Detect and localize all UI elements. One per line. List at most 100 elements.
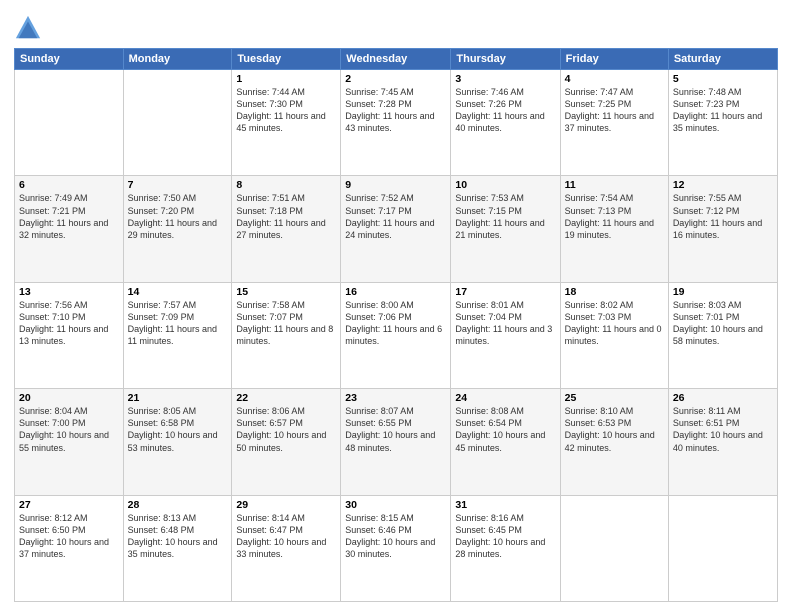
weekday-header-friday: Friday xyxy=(560,49,668,70)
day-info: Sunrise: 8:10 AMSunset: 6:53 PMDaylight:… xyxy=(565,405,664,454)
day-info: Sunrise: 8:04 AMSunset: 7:00 PMDaylight:… xyxy=(19,405,119,454)
day-number: 21 xyxy=(128,392,228,404)
calendar-cell: 9Sunrise: 7:52 AMSunset: 7:17 PMDaylight… xyxy=(341,176,451,282)
week-row-4: 20Sunrise: 8:04 AMSunset: 7:00 PMDayligh… xyxy=(15,389,778,495)
day-info: Sunrise: 7:45 AMSunset: 7:28 PMDaylight:… xyxy=(345,86,446,135)
day-number: 28 xyxy=(128,499,228,511)
day-info: Sunrise: 7:50 AMSunset: 7:20 PMDaylight:… xyxy=(128,192,228,241)
day-number: 31 xyxy=(455,499,555,511)
day-info: Sunrise: 7:52 AMSunset: 7:17 PMDaylight:… xyxy=(345,192,446,241)
weekday-header-sunday: Sunday xyxy=(15,49,124,70)
calendar-cell: 6Sunrise: 7:49 AMSunset: 7:21 PMDaylight… xyxy=(15,176,124,282)
day-info: Sunrise: 7:47 AMSunset: 7:25 PMDaylight:… xyxy=(565,86,664,135)
day-number: 8 xyxy=(236,179,336,191)
day-number: 10 xyxy=(455,179,555,191)
logo xyxy=(14,14,44,42)
day-number: 18 xyxy=(565,286,664,298)
calendar-cell: 23Sunrise: 8:07 AMSunset: 6:55 PMDayligh… xyxy=(341,389,451,495)
day-info: Sunrise: 8:16 AMSunset: 6:45 PMDaylight:… xyxy=(455,512,555,561)
day-number: 24 xyxy=(455,392,555,404)
day-info: Sunrise: 7:46 AMSunset: 7:26 PMDaylight:… xyxy=(455,86,555,135)
day-info: Sunrise: 7:49 AMSunset: 7:21 PMDaylight:… xyxy=(19,192,119,241)
weekday-row: SundayMondayTuesdayWednesdayThursdayFrid… xyxy=(15,49,778,70)
week-row-1: 1Sunrise: 7:44 AMSunset: 7:30 PMDaylight… xyxy=(15,70,778,176)
day-info: Sunrise: 7:56 AMSunset: 7:10 PMDaylight:… xyxy=(19,299,119,348)
calendar-cell: 16Sunrise: 8:00 AMSunset: 7:06 PMDayligh… xyxy=(341,282,451,388)
calendar-cell xyxy=(15,70,124,176)
calendar-cell: 30Sunrise: 8:15 AMSunset: 6:46 PMDayligh… xyxy=(341,495,451,601)
day-info: Sunrise: 7:54 AMSunset: 7:13 PMDaylight:… xyxy=(565,192,664,241)
day-number: 30 xyxy=(345,499,446,511)
day-number: 4 xyxy=(565,73,664,85)
calendar-header: SundayMondayTuesdayWednesdayThursdayFrid… xyxy=(15,49,778,70)
calendar-cell: 3Sunrise: 7:46 AMSunset: 7:26 PMDaylight… xyxy=(451,70,560,176)
calendar-cell xyxy=(123,70,232,176)
weekday-header-thursday: Thursday xyxy=(451,49,560,70)
calendar-cell: 17Sunrise: 8:01 AMSunset: 7:04 PMDayligh… xyxy=(451,282,560,388)
calendar-cell: 29Sunrise: 8:14 AMSunset: 6:47 PMDayligh… xyxy=(232,495,341,601)
weekday-header-tuesday: Tuesday xyxy=(232,49,341,70)
day-info: Sunrise: 8:06 AMSunset: 6:57 PMDaylight:… xyxy=(236,405,336,454)
calendar-cell: 24Sunrise: 8:08 AMSunset: 6:54 PMDayligh… xyxy=(451,389,560,495)
day-info: Sunrise: 8:08 AMSunset: 6:54 PMDaylight:… xyxy=(455,405,555,454)
day-number: 16 xyxy=(345,286,446,298)
day-number: 1 xyxy=(236,73,336,85)
day-number: 2 xyxy=(345,73,446,85)
day-info: Sunrise: 8:01 AMSunset: 7:04 PMDaylight:… xyxy=(455,299,555,348)
day-number: 7 xyxy=(128,179,228,191)
day-number: 13 xyxy=(19,286,119,298)
day-number: 15 xyxy=(236,286,336,298)
calendar-cell: 19Sunrise: 8:03 AMSunset: 7:01 PMDayligh… xyxy=(668,282,777,388)
calendar-cell: 26Sunrise: 8:11 AMSunset: 6:51 PMDayligh… xyxy=(668,389,777,495)
day-info: Sunrise: 8:05 AMSunset: 6:58 PMDaylight:… xyxy=(128,405,228,454)
logo-icon xyxy=(14,14,42,42)
day-info: Sunrise: 7:57 AMSunset: 7:09 PMDaylight:… xyxy=(128,299,228,348)
day-info: Sunrise: 7:58 AMSunset: 7:07 PMDaylight:… xyxy=(236,299,336,348)
calendar-cell xyxy=(668,495,777,601)
calendar-cell: 13Sunrise: 7:56 AMSunset: 7:10 PMDayligh… xyxy=(15,282,124,388)
calendar-cell: 22Sunrise: 8:06 AMSunset: 6:57 PMDayligh… xyxy=(232,389,341,495)
day-info: Sunrise: 7:53 AMSunset: 7:15 PMDaylight:… xyxy=(455,192,555,241)
day-info: Sunrise: 8:03 AMSunset: 7:01 PMDaylight:… xyxy=(673,299,773,348)
day-number: 20 xyxy=(19,392,119,404)
calendar-cell: 25Sunrise: 8:10 AMSunset: 6:53 PMDayligh… xyxy=(560,389,668,495)
week-row-3: 13Sunrise: 7:56 AMSunset: 7:10 PMDayligh… xyxy=(15,282,778,388)
calendar-cell: 21Sunrise: 8:05 AMSunset: 6:58 PMDayligh… xyxy=(123,389,232,495)
calendar-cell: 2Sunrise: 7:45 AMSunset: 7:28 PMDaylight… xyxy=(341,70,451,176)
weekday-header-monday: Monday xyxy=(123,49,232,70)
day-info: Sunrise: 8:13 AMSunset: 6:48 PMDaylight:… xyxy=(128,512,228,561)
calendar-table: SundayMondayTuesdayWednesdayThursdayFrid… xyxy=(14,48,778,602)
header xyxy=(14,10,778,42)
day-number: 27 xyxy=(19,499,119,511)
calendar-cell: 12Sunrise: 7:55 AMSunset: 7:12 PMDayligh… xyxy=(668,176,777,282)
calendar-cell: 27Sunrise: 8:12 AMSunset: 6:50 PMDayligh… xyxy=(15,495,124,601)
day-number: 12 xyxy=(673,179,773,191)
weekday-header-wednesday: Wednesday xyxy=(341,49,451,70)
day-number: 26 xyxy=(673,392,773,404)
day-info: Sunrise: 8:00 AMSunset: 7:06 PMDaylight:… xyxy=(345,299,446,348)
day-number: 3 xyxy=(455,73,555,85)
calendar-cell: 11Sunrise: 7:54 AMSunset: 7:13 PMDayligh… xyxy=(560,176,668,282)
page: SundayMondayTuesdayWednesdayThursdayFrid… xyxy=(0,0,792,612)
week-row-2: 6Sunrise: 7:49 AMSunset: 7:21 PMDaylight… xyxy=(15,176,778,282)
day-info: Sunrise: 7:55 AMSunset: 7:12 PMDaylight:… xyxy=(673,192,773,241)
day-number: 25 xyxy=(565,392,664,404)
day-number: 11 xyxy=(565,179,664,191)
calendar-cell: 28Sunrise: 8:13 AMSunset: 6:48 PMDayligh… xyxy=(123,495,232,601)
day-info: Sunrise: 8:14 AMSunset: 6:47 PMDaylight:… xyxy=(236,512,336,561)
calendar-cell: 18Sunrise: 8:02 AMSunset: 7:03 PMDayligh… xyxy=(560,282,668,388)
calendar-cell: 31Sunrise: 8:16 AMSunset: 6:45 PMDayligh… xyxy=(451,495,560,601)
day-info: Sunrise: 8:02 AMSunset: 7:03 PMDaylight:… xyxy=(565,299,664,348)
day-info: Sunrise: 7:51 AMSunset: 7:18 PMDaylight:… xyxy=(236,192,336,241)
day-info: Sunrise: 8:07 AMSunset: 6:55 PMDaylight:… xyxy=(345,405,446,454)
week-row-5: 27Sunrise: 8:12 AMSunset: 6:50 PMDayligh… xyxy=(15,495,778,601)
calendar-cell: 4Sunrise: 7:47 AMSunset: 7:25 PMDaylight… xyxy=(560,70,668,176)
day-number: 19 xyxy=(673,286,773,298)
calendar-cell: 5Sunrise: 7:48 AMSunset: 7:23 PMDaylight… xyxy=(668,70,777,176)
day-number: 5 xyxy=(673,73,773,85)
day-info: Sunrise: 8:15 AMSunset: 6:46 PMDaylight:… xyxy=(345,512,446,561)
calendar-cell: 7Sunrise: 7:50 AMSunset: 7:20 PMDaylight… xyxy=(123,176,232,282)
calendar-cell: 10Sunrise: 7:53 AMSunset: 7:15 PMDayligh… xyxy=(451,176,560,282)
calendar-cell: 8Sunrise: 7:51 AMSunset: 7:18 PMDaylight… xyxy=(232,176,341,282)
calendar-cell: 15Sunrise: 7:58 AMSunset: 7:07 PMDayligh… xyxy=(232,282,341,388)
